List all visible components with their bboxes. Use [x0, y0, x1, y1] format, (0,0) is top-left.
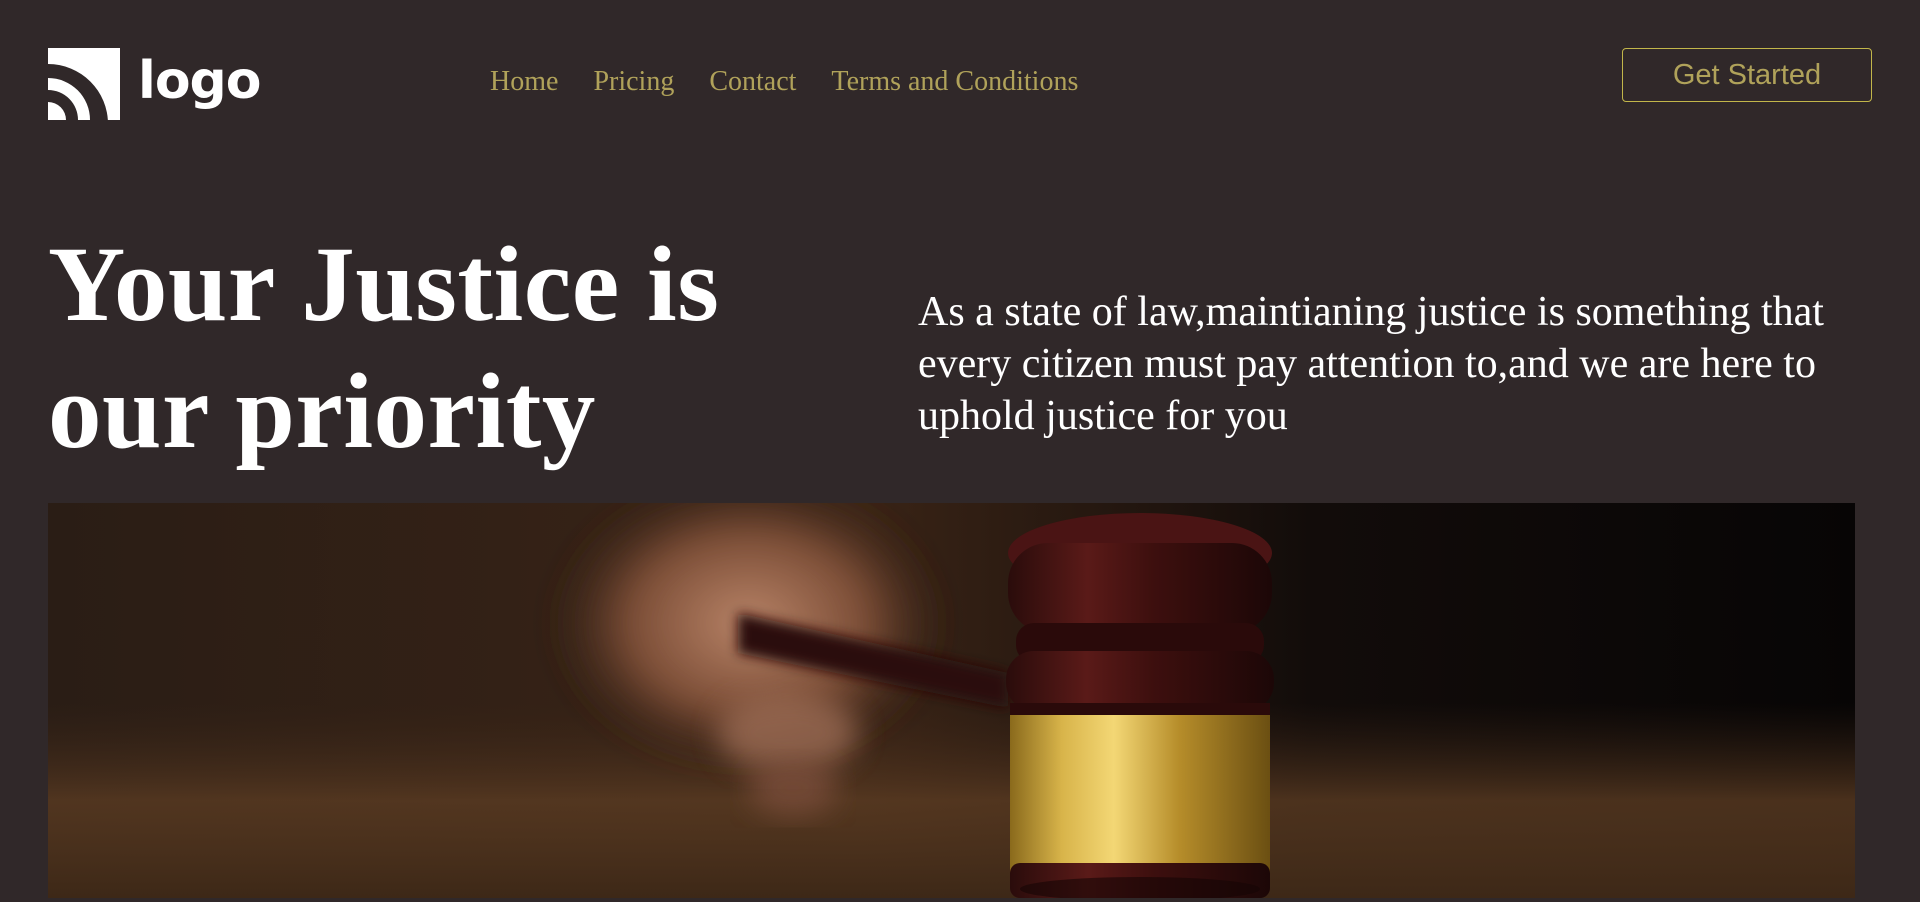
hero-title: Your Justice is our priority	[48, 222, 848, 476]
logo-arcs-icon	[48, 48, 120, 120]
hero-description: As a state of law,maintianing justice is…	[918, 289, 1824, 439]
hero-gavel-image	[48, 503, 1855, 898]
nav-link-home[interactable]: Home	[490, 66, 558, 98]
nav-link-pricing[interactable]: Pricing	[593, 66, 674, 98]
hero-title-line-2: our priority	[48, 353, 596, 471]
main-nav: Home Pricing Contact Terms and Condition…	[490, 66, 1078, 98]
nav-link-terms[interactable]: Terms and Conditions	[831, 66, 1078, 98]
landing-page: logo Home Pricing Contact Terms and Cond…	[0, 0, 1920, 902]
logo[interactable]: logo	[48, 48, 261, 120]
hero-title-line-1: Your Justice is	[48, 226, 720, 344]
nav-link-contact[interactable]: Contact	[709, 66, 796, 98]
site-header: logo Home Pricing Contact Terms and Cond…	[0, 0, 1920, 160]
logo-text: logo	[138, 51, 261, 111]
get-started-button[interactable]: Get Started	[1622, 48, 1872, 102]
